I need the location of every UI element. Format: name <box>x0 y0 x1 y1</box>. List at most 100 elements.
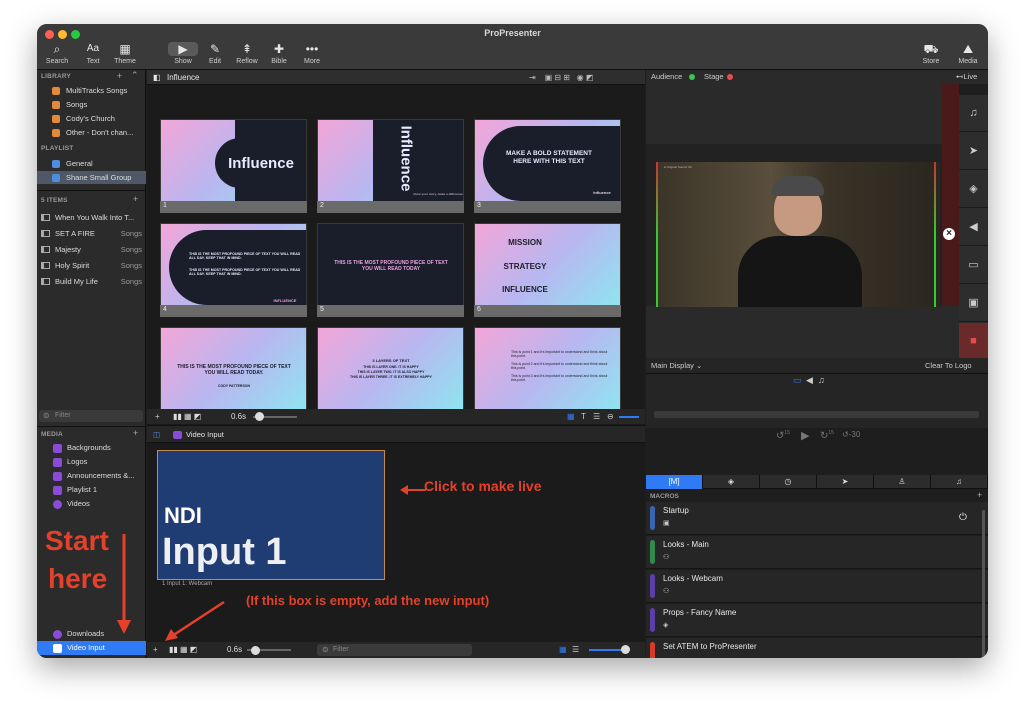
audio-layer-icon[interactable]: ♫ <box>818 375 825 385</box>
send-icon[interactable]: ➤ <box>959 133 988 170</box>
image-icon[interactable]: ▣ <box>959 285 988 322</box>
macro-item[interactable]: Startup ▣ ⏻ <box>646 502 988 535</box>
announce-icon[interactable]: ◀ <box>959 209 988 246</box>
layout-icons[interactable]: ▮▮ ▦ ◩ <box>173 409 201 424</box>
add-media-button[interactable]: + <box>133 428 138 438</box>
music-icon[interactable]: ♫ <box>959 95 988 132</box>
grid-view-icon[interactable]: ▦ <box>559 642 567 658</box>
live-indicator[interactable]: ⊷Live <box>956 70 977 84</box>
input-zoom-knob[interactable] <box>621 645 630 654</box>
media-item-logos[interactable]: Logos <box>37 455 146 469</box>
close-preview-icon[interactable]: × <box>943 228 955 240</box>
slide-thumbnail[interactable]: THIS IS THE MOST PROFOUND PIECE OF TEXT … <box>317 223 464 317</box>
playlist-entry[interactable]: Holy Spirit Songs <box>37 258 146 274</box>
macro-item[interactable]: Looks - Webcam ⚇ <box>646 570 988 603</box>
add-library-button[interactable]: + <box>117 71 122 81</box>
library-item-multitracks[interactable]: MultiTracks Songs <box>37 84 146 97</box>
grid-view-icon[interactable]: ▦ <box>567 409 575 424</box>
tab-layers[interactable]: ◈ <box>703 475 760 489</box>
panel-toggle-icon[interactable]: ◫ <box>153 426 160 444</box>
list-view-icon[interactable]: ☰ <box>572 642 579 658</box>
playlist-entry[interactable]: Majesty Songs <box>37 242 146 258</box>
edit-button[interactable]: ✎ Edit <box>197 42 233 65</box>
media-progress-bar[interactable] <box>654 411 979 418</box>
options-icon[interactable]: ⊖ <box>607 409 614 424</box>
slide-thumbnail[interactable]: Influence 1 <box>160 119 307 213</box>
playlist-item-general[interactable]: General <box>37 157 146 170</box>
media-item-videos[interactable]: Videos <box>37 497 146 511</box>
add-macro-button[interactable]: + <box>977 490 982 500</box>
slide-thumbnail[interactable]: THIS IS THE MOST PROFOUND PIECE OF TEXT … <box>160 223 307 317</box>
skip-forward-button[interactable]: ↻15 <box>820 430 834 441</box>
text-view-icon[interactable]: T <box>581 409 586 424</box>
skip-back-button[interactable]: ↺15 <box>776 430 790 441</box>
macro-item[interactable]: Props - Fancy Name ◈ <box>646 604 988 637</box>
playlist-entry[interactable]: Build My Life Songs <box>37 274 146 290</box>
live-preview[interactable]: ● Original Sound: On × <box>646 84 959 358</box>
input-transition-knob[interactable] <box>251 646 260 655</box>
tab-macros[interactable]: [M] <box>646 475 703 489</box>
input-transition-time[interactable]: 0.6s <box>227 642 242 658</box>
list-view-icon[interactable]: ☰ <box>593 409 600 424</box>
tab-messages[interactable]: ➤ <box>817 475 874 489</box>
theme-button[interactable]: ▦ Theme <box>107 42 143 65</box>
layout-icons[interactable]: ▮▮ ▦ ◩ <box>169 642 197 658</box>
reflow-button[interactable]: ⇞ Reflow <box>229 42 265 65</box>
bible-button[interactable]: ✚ Bible <box>261 42 297 65</box>
macro-item[interactable]: Set ATEM to ProPresenter <box>646 638 988 658</box>
media-button[interactable]: ⛰ Media <box>950 42 986 65</box>
play-button[interactable]: ▶ <box>801 429 809 442</box>
sidebar-item-video-input[interactable]: Video Input <box>37 641 146 655</box>
layers-icon[interactable]: ◈ <box>959 171 988 208</box>
slide-layer-icon[interactable]: ▭ <box>793 375 802 386</box>
library-item-other[interactable]: Other - Don't chan... <box>37 126 146 139</box>
transition-time[interactable]: 0.6s <box>231 409 246 424</box>
video-input-icon <box>173 431 182 439</box>
tab-stage[interactable]: ♙ <box>874 475 931 489</box>
show-button[interactable]: ▶ Show <box>165 42 201 65</box>
sidebar-filter-input[interactable]: Filter <box>39 410 143 422</box>
skip-back-30-button[interactable]: ↺-30 <box>842 430 860 439</box>
video-icon[interactable]: ■ <box>959 323 988 360</box>
add-item-button[interactable]: + <box>133 194 138 204</box>
audience-label[interactable]: Audience <box>651 70 682 84</box>
clear-to-logo-button[interactable]: Clear To Logo <box>925 361 972 370</box>
library-item-songs[interactable]: Songs <box>37 98 146 111</box>
slide-thumbnail[interactable]: 3 LAYERS OF TEXT THIS IS LAYER ONE. IT I… <box>317 327 464 421</box>
media-item-announcements[interactable]: Announcements &... <box>37 469 146 483</box>
zoom-slider-track[interactable] <box>619 416 639 418</box>
macro-item[interactable]: Looks - Main ⚇ <box>646 536 988 569</box>
presentation-toolbar: + ▮▮ ▦ ◩ 0.6s ▦ T ☰ ⊖ <box>147 409 645 424</box>
slide-thumbnail[interactable]: THIS IS THE MOST PROFOUND PIECE OF TEXT … <box>160 327 307 421</box>
macros-scrollbar[interactable] <box>982 510 985 658</box>
text-button[interactable]: Aa Text <box>75 42 111 65</box>
playlist-item-shane-small-group[interactable]: Shane Small Group <box>37 171 146 184</box>
collapse-library-icon[interactable]: ⌃ <box>131 70 139 81</box>
ndi-input-tile[interactable]: NDI Input 1 <box>157 450 385 580</box>
main-display-dropdown[interactable]: Main Display ⌄ <box>651 361 702 370</box>
slide-thumbnail[interactable]: MISSION STRATEGY INFLUENCE 6 <box>474 223 621 317</box>
transition-slider-knob[interactable] <box>255 412 264 421</box>
tab-timers[interactable]: ◷ <box>760 475 817 489</box>
playlist-entry[interactable]: SET A FIRE Songs <box>37 226 146 242</box>
presentation-tools-icons[interactable]: ⇥ ▣ ⊟ ⊞ ◉ ◩ <box>529 70 593 85</box>
add-slide-button[interactable]: + <box>155 409 160 424</box>
slide-thumbnail[interactable]: This is point 1 and it's important to un… <box>474 327 621 421</box>
add-input-button[interactable]: + <box>153 642 158 658</box>
presentation-icon <box>41 214 50 221</box>
tab-audio[interactable]: ♫ <box>931 475 988 489</box>
playlist-entry[interactable]: When You Walk Into T... <box>37 210 146 226</box>
search-button[interactable]: ⌕ Search <box>39 42 75 65</box>
props-icon[interactable]: ▭ <box>959 247 988 284</box>
more-button[interactable]: ••• More <box>294 42 330 65</box>
stage-label[interactable]: Stage <box>704 70 724 84</box>
media-item-backgrounds[interactable]: Backgrounds <box>37 441 146 455</box>
slide-thumbnail[interactable]: Influence show your story, make a differ… <box>317 119 464 213</box>
slide-thumbnail[interactable]: MAKE A BOLD STATEMENT HERE WITH THIS TEX… <box>474 119 621 213</box>
input-filter-field[interactable]: Filter <box>317 644 472 656</box>
library-item-codys-church[interactable]: Cody's Church <box>37 112 146 125</box>
announce-layer-icon[interactable]: ◀ <box>806 375 813 386</box>
media-item-playlist-1[interactable]: Playlist 1 <box>37 483 146 497</box>
playlist-icon <box>52 160 60 168</box>
store-button[interactable]: ⛟ Store <box>913 42 949 65</box>
